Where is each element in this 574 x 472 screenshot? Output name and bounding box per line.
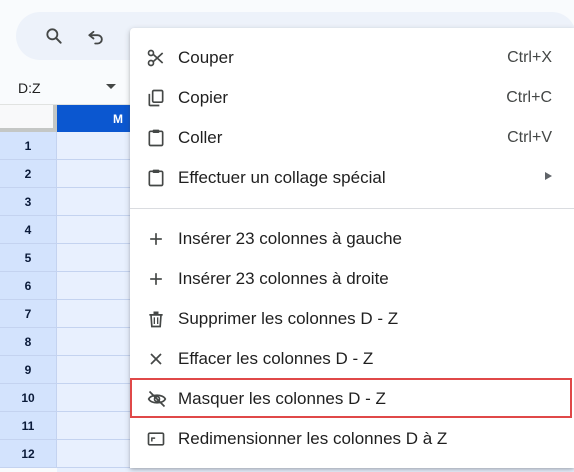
row-header[interactable]: 11 <box>0 412 57 440</box>
row-header[interactable]: 12 <box>0 440 57 468</box>
menu-item-label: Masquer les colonnes D - Z <box>178 389 386 408</box>
row-headers: 1 2 3 4 5 6 7 8 9 10 11 12 <box>0 132 57 468</box>
context-menu: Couper Ctrl+X Copier Ctrl+C Coller Ctrl+… <box>130 28 574 468</box>
select-all-corner[interactable] <box>0 105 57 132</box>
copy-icon <box>146 88 166 108</box>
plus-icon <box>146 229 166 249</box>
trash-icon <box>146 309 166 329</box>
menu-item-shortcut: Ctrl+V <box>507 129 552 146</box>
row-header[interactable]: 3 <box>0 188 57 216</box>
menu-item-resize-columns[interactable]: Redimensionner les colonnes D à Z <box>130 419 574 459</box>
menu-item-shortcut: Ctrl+C <box>506 89 552 106</box>
chevron-down-icon[interactable] <box>106 84 116 89</box>
name-box[interactable]: D:Z <box>18 80 41 96</box>
menu-item-label: Effectuer un collage spécial <box>178 168 386 187</box>
menu-item-copy[interactable]: Copier Ctrl+C <box>130 78 574 118</box>
eye-off-icon <box>146 389 167 409</box>
menu-divider <box>130 208 574 209</box>
close-icon <box>146 349 166 369</box>
row-header[interactable]: 7 <box>0 300 57 328</box>
row-header[interactable]: 5 <box>0 244 57 272</box>
row-header[interactable]: 4 <box>0 216 57 244</box>
menu-item-paste[interactable]: Coller Ctrl+V <box>130 118 574 158</box>
menu-item-label: Redimensionner les colonnes D à Z <box>178 429 448 448</box>
row-header[interactable]: 9 <box>0 356 57 384</box>
menu-item-label: Coller <box>178 128 223 147</box>
menu-item-clear-columns[interactable]: Effacer les colonnes D - Z <box>130 339 574 379</box>
menu-item-label: Insérer 23 colonnes à droite <box>178 269 389 288</box>
resize-icon <box>146 429 166 449</box>
row-header[interactable]: 2 <box>0 160 57 188</box>
menu-item-insert-left[interactable]: Insérer 23 colonnes à gauche <box>130 219 574 259</box>
column-header-label: M <box>113 112 123 126</box>
menu-item-label: Supprimer les colonnes D - Z <box>178 309 399 328</box>
menu-item-shortcut: Ctrl+X <box>507 49 552 66</box>
menu-item-hide-columns[interactable]: Masquer les colonnes D - Z <box>130 379 574 419</box>
plus-icon <box>146 269 166 289</box>
menu-item-label: Copier <box>178 88 229 107</box>
row-header[interactable]: 6 <box>0 272 57 300</box>
row-header[interactable]: 10 <box>0 384 57 412</box>
menu-item-label: Insérer 23 colonnes à gauche <box>178 229 402 248</box>
clipboard-icon <box>146 168 166 188</box>
row-header[interactable]: 8 <box>0 328 57 356</box>
undo-icon[interactable] <box>84 24 108 48</box>
menu-item-insert-right[interactable]: Insérer 23 colonnes à droite <box>130 259 574 299</box>
menu-item-delete-columns[interactable]: Supprimer les colonnes D - Z <box>130 299 574 339</box>
menu-item-paste-special[interactable]: Effectuer un collage spécial <box>130 158 574 198</box>
row-header[interactable]: 1 <box>0 132 57 160</box>
menu-item-label: Effacer les colonnes D - Z <box>178 349 374 368</box>
menu-item-label: Couper <box>178 48 234 67</box>
search-icon[interactable] <box>42 24 66 48</box>
scissors-icon <box>146 48 166 68</box>
menu-item-cut[interactable]: Couper Ctrl+X <box>130 38 574 78</box>
chevron-right-icon <box>545 172 552 180</box>
clipboard-icon <box>146 128 166 148</box>
